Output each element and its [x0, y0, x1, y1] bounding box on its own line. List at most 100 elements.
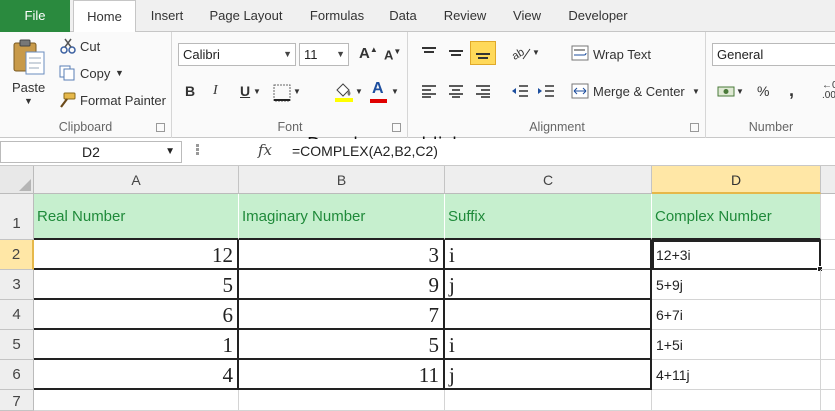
formula-input[interactable]: =COMPLEX(A2,B2,C2)	[292, 143, 438, 159]
underline-button[interactable]: U	[240, 83, 250, 99]
font-name-combo[interactable]: Calibri ▼	[178, 43, 296, 66]
tab-insert[interactable]: Insert	[146, 0, 188, 32]
cell-b7[interactable]	[239, 390, 445, 411]
tab-data[interactable]: Data	[386, 0, 420, 32]
empty-cell[interactable]	[821, 360, 835, 390]
font-launcher-icon[interactable]	[392, 123, 401, 132]
header-cell-real-number[interactable]: Real Number	[34, 194, 239, 240]
fill-color-dropdown-arrow[interactable]: ▼	[355, 87, 363, 96]
column-header-e[interactable]	[821, 166, 835, 194]
middle-align-icon[interactable]	[448, 46, 464, 60]
tab-view[interactable]: View	[509, 0, 545, 32]
percent-style-button[interactable]: %	[757, 83, 769, 99]
cell-c2[interactable]: i	[445, 240, 652, 270]
shrink-font-icon[interactable]: A▼	[384, 47, 401, 62]
cell-a7[interactable]	[34, 390, 239, 411]
row-header-4[interactable]: 4	[0, 300, 34, 330]
align-right-icon[interactable]	[475, 84, 491, 98]
accounting-dropdown-arrow[interactable]: ▼	[736, 87, 744, 96]
tab-file[interactable]: File	[0, 0, 70, 32]
paste-button[interactable]: Paste	[12, 80, 45, 95]
decrease-indent-icon[interactable]	[511, 84, 529, 98]
copy-dropdown-arrow[interactable]: ▼	[115, 68, 124, 78]
cell-c6[interactable]: j	[445, 360, 652, 390]
cell-a6[interactable]: 4	[34, 360, 239, 390]
increase-decimal-icon[interactable]: ←0.00	[822, 81, 835, 101]
cell-b4[interactable]: 7	[239, 300, 445, 330]
empty-cell[interactable]	[821, 300, 835, 330]
empty-cell[interactable]	[821, 240, 835, 270]
row-header-3[interactable]: 3	[0, 270, 34, 300]
orientation-icon[interactable]: ab	[511, 44, 531, 62]
cell-c5[interactable]: i	[445, 330, 652, 360]
empty-cell[interactable]	[821, 194, 835, 240]
align-center-icon[interactable]	[448, 84, 464, 98]
italic-button[interactable]: I	[213, 83, 218, 99]
row-header-5[interactable]: 5	[0, 330, 34, 360]
format-painter-button[interactable]: Format Painter	[80, 93, 166, 108]
header-cell-complex-number[interactable]: Complex Number	[652, 194, 821, 240]
cell-c7[interactable]	[445, 390, 652, 411]
column-header-a[interactable]: A	[34, 166, 239, 194]
cell-a5[interactable]: 1	[34, 330, 239, 360]
chevron-down-icon[interactable]: ▼	[165, 142, 175, 162]
tab-home[interactable]: Home	[73, 0, 136, 33]
increase-indent-icon[interactable]	[537, 84, 555, 98]
wrap-text-button[interactable]: Wrap Text	[593, 47, 651, 62]
cell-a2[interactable]: 12	[34, 240, 239, 270]
row-header-7[interactable]: 7	[0, 390, 34, 411]
tab-page-layout[interactable]: Page Layout	[205, 0, 287, 32]
cell-d2-active[interactable]: 12+3i	[652, 240, 821, 270]
bottom-align-button[interactable]	[470, 41, 496, 65]
accounting-format-icon[interactable]	[717, 83, 735, 99]
empty-cell[interactable]	[821, 330, 835, 360]
orientation-dropdown-arrow[interactable]: ▼	[532, 48, 540, 57]
bold-button[interactable]: B	[185, 83, 195, 99]
paste-dropdown-arrow[interactable]: ▼	[24, 96, 33, 106]
cell-d4[interactable]: 6+7i	[652, 300, 821, 330]
tab-formulas[interactable]: Formulas	[304, 0, 370, 32]
cell-d6[interactable]: 4+11j	[652, 360, 821, 390]
cell-b6[interactable]: 11	[239, 360, 445, 390]
insert-function-icon[interactable]: fx	[258, 141, 272, 159]
cell-d5[interactable]: 1+5i	[652, 330, 821, 360]
cut-button[interactable]: Cut	[80, 39, 100, 54]
font-color-icon[interactable]: A	[372, 80, 384, 98]
copy-button[interactable]: Copy	[80, 66, 110, 81]
resize-handle-icon[interactable]	[196, 148, 199, 151]
cell-b5[interactable]: 5	[239, 330, 445, 360]
number-format-combo[interactable]: General	[712, 43, 835, 66]
font-color-dropdown-arrow[interactable]: ▼	[391, 87, 399, 96]
merge-center-button[interactable]: Merge & Center	[593, 84, 685, 99]
merge-center-dropdown-arrow[interactable]: ▼	[692, 87, 700, 96]
top-align-icon[interactable]	[421, 46, 437, 60]
tab-developer[interactable]: Developer	[563, 0, 633, 32]
cell-a3[interactable]: 5	[34, 270, 239, 300]
row-header-6[interactable]: 6	[0, 360, 34, 390]
underline-dropdown-arrow[interactable]: ▼	[253, 87, 261, 96]
cell-b3[interactable]: 9	[239, 270, 445, 300]
header-cell-suffix[interactable]: Suffix	[445, 194, 652, 240]
cell-a4[interactable]: 6	[34, 300, 239, 330]
row-header-1[interactable]: 1	[0, 194, 34, 240]
align-left-icon[interactable]	[421, 84, 437, 98]
grow-font-icon[interactable]: A▲	[359, 45, 378, 62]
column-header-c[interactable]: C	[445, 166, 652, 194]
empty-cell[interactable]	[821, 270, 835, 300]
cell-c3[interactable]: j	[445, 270, 652, 300]
cell-b2[interactable]: 3	[239, 240, 445, 270]
row-header-2[interactable]: 2	[0, 240, 34, 270]
alignment-launcher-icon[interactable]	[690, 123, 699, 132]
header-cell-imaginary-number[interactable]: Imaginary Number	[239, 194, 445, 240]
borders-dropdown-arrow[interactable]: ▼	[293, 87, 301, 96]
name-box[interactable]: D2 ▼	[0, 141, 182, 163]
empty-cell[interactable]	[821, 390, 835, 411]
comma-style-button[interactable]: ,	[789, 80, 794, 101]
cell-d7[interactable]	[652, 390, 821, 411]
cell-d3[interactable]: 5+9j	[652, 270, 821, 300]
fill-color-icon[interactable]	[333, 81, 355, 103]
cell-c4[interactable]	[445, 300, 652, 330]
font-size-combo[interactable]: 11 ▼	[299, 43, 349, 66]
borders-icon[interactable]	[273, 84, 293, 102]
select-all-corner[interactable]	[0, 166, 34, 194]
